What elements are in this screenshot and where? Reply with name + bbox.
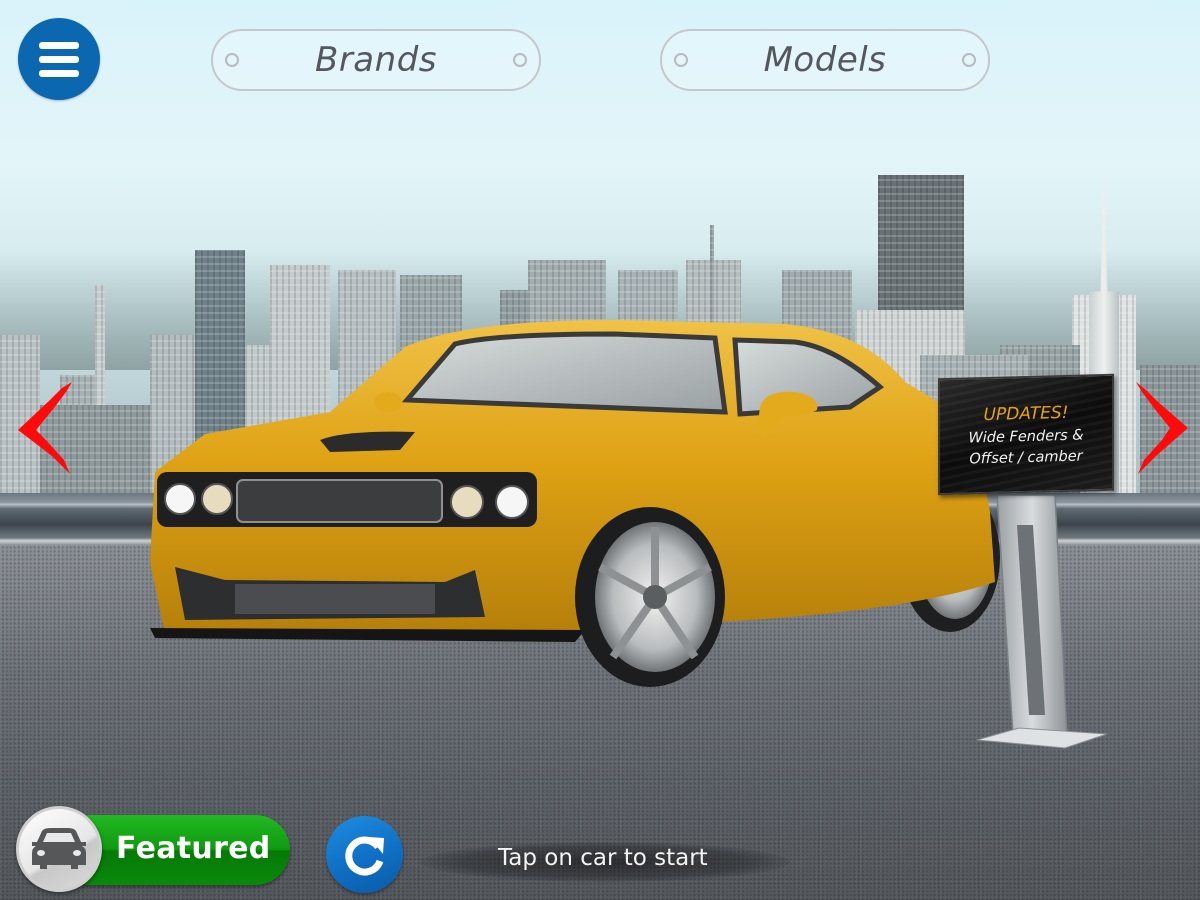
models-button[interactable]: Models (660, 29, 990, 91)
updates-heading: UPDATES! (983, 402, 1069, 425)
car-illustration[interactable] (145, 312, 1005, 687)
hamburger-menu-icon (39, 41, 79, 49)
refresh-button[interactable] (326, 816, 403, 893)
rivet-icon (513, 53, 527, 67)
updates-line: Wide Fenders & (968, 426, 1084, 447)
updates-line: Offset / camber (969, 448, 1083, 467)
menu-button[interactable] (18, 18, 100, 100)
models-label: Models (763, 40, 887, 80)
rivet-icon (674, 53, 688, 67)
featured-button[interactable]: Featured (16, 806, 292, 892)
tap-to-start-hint: Tap on car to start (498, 845, 708, 871)
refresh-icon (344, 836, 384, 876)
brands-button[interactable]: Brands (211, 29, 541, 91)
featured-label: Featured (116, 831, 271, 866)
brands-label: Brands (315, 40, 437, 80)
car-icon (32, 828, 86, 869)
chevron-right-icon (1136, 382, 1188, 474)
next-car-button[interactable] (1132, 378, 1192, 478)
featured-icon-badge (16, 806, 102, 892)
sign-stand (975, 490, 1115, 752)
previous-car-button[interactable] (14, 378, 74, 478)
updates-sign[interactable]: UPDATES! Wide Fenders & Offset / camber (938, 373, 1114, 496)
rivet-icon (962, 53, 976, 67)
rivet-icon (225, 53, 239, 67)
showcase-car[interactable] (145, 312, 1005, 687)
chevron-left-icon (18, 382, 72, 474)
